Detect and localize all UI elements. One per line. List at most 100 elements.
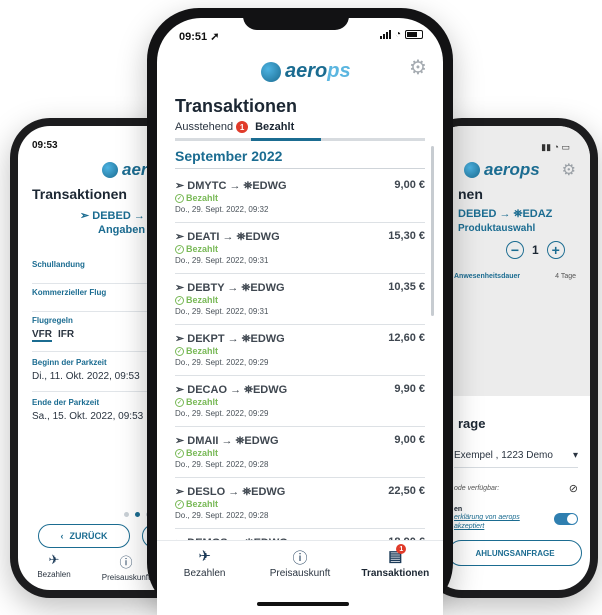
right-page-title: nen (458, 186, 483, 202)
minus-button[interactable]: − (506, 241, 524, 259)
logo-text-aero: aero (285, 60, 328, 82)
transaction-row[interactable]: ➢ DEKPT → ⛯EDWG 12,60 € ✓ Bezahlt Do., 29. S… (175, 325, 425, 376)
route-arrow-icon: ➢ (175, 384, 188, 396)
destination-code: EDWG (252, 384, 288, 396)
center-screen: 09:51 ➚ ◔ aerops ⚙ Transaktionen Aussteh… (157, 18, 443, 615)
tab-price-info-label: Preisauskunft (101, 573, 151, 582)
right-subtitle: Produktauswahl (458, 223, 536, 234)
commercial-label: Kommerzieller Flug (32, 288, 107, 297)
tab-pay[interactable]: ✈ Bezahlen (160, 547, 250, 600)
transaction-row[interactable]: ➢ DEBTY → ⛯EDWG 10,35 € ✓ Bezahlt Do., 29. S… (175, 274, 425, 325)
tab-pay[interactable]: ✈ Bezahlen (18, 552, 90, 582)
origin-callsign: DMYTC (187, 180, 227, 192)
check-circle-icon: ✓ (175, 193, 184, 203)
transactions-badge: 1 (396, 544, 407, 554)
arrow-right-icon: → (219, 231, 237, 243)
scrollbar[interactable] (431, 146, 434, 316)
right-route: DEBED → ⛯EDAZ (458, 208, 552, 221)
status-label: Bezahlt (186, 295, 219, 305)
transaction-row[interactable]: ➢ DMYTC → ⛯EDWG 9,00 € ✓ Bezahlt Do., 29. Se… (175, 172, 425, 223)
destination-code: EDWG (244, 435, 279, 447)
pay-icon: ✈ (48, 552, 60, 567)
arrow-right-icon: → (225, 486, 243, 498)
transaction-row[interactable]: ➢ DESLO → ⛯EDWG 22,50 € ✓ Bezahlt Do., 29. S… (175, 478, 425, 529)
tab-transactions-label: Transaktionen (361, 568, 430, 579)
right-route-dest: EDAZ (522, 208, 553, 220)
quantity-value: 1 (532, 243, 539, 257)
origin-callsign: DEATI (187, 231, 220, 243)
transaction-route: ➢ DEATI → ⛯EDWG (175, 230, 280, 244)
tab-transactions[interactable]: ▤ 1 Transaktionen (350, 544, 440, 600)
back-button[interactable]: ‹ ZURÜCK (38, 524, 130, 548)
destination-code: EDWG (245, 231, 280, 243)
rule-option-vfr[interactable]: VFR (32, 329, 52, 342)
flight-rules-label: Flugregeln (32, 316, 73, 325)
status-icons: ◔ (379, 29, 423, 40)
payment-request-button[interactable]: AHLUNGSANFRAGE (448, 540, 582, 566)
route-arrow-icon: ➢ (175, 435, 188, 447)
company-select[interactable]: Exempel , 1223 Demo ▾ (454, 450, 578, 468)
gear-icon[interactable]: ⚙ (409, 58, 429, 78)
transaction-row[interactable]: ➢ DMAII → ⛯EDWG 9,00 € ✓ Bezahlt Do., 29. Se… (175, 427, 425, 478)
transaction-list: ➢ DMYTC → ⛯EDWG 9,00 € ✓ Bezahlt Do., 29. Se… (175, 172, 425, 580)
route-arrow-icon: ➢ (175, 180, 188, 192)
aerops-logo: aerops (261, 60, 351, 83)
status-label: Bezahlt (186, 499, 219, 509)
transaction-tabs: Ausstehend 1 Bezahlt (175, 121, 294, 133)
page-dot (124, 512, 129, 517)
right-screen: ▮▮ ◔ ▭ aerops ⚙ nen DEBED → ⛯EDAZ Produk… (430, 126, 590, 590)
status-label: Bezahlt (186, 397, 219, 407)
company-select-value: Exempel , 1223 Demo (454, 450, 553, 461)
check-circle-icon[interactable]: ⊘ (569, 482, 578, 495)
rule-option-ifr[interactable]: IFR (58, 329, 74, 342)
page-title: Transaktionen (175, 96, 298, 116)
tab-paid[interactable]: Bezahlt (255, 121, 294, 133)
terms-toggle[interactable] (554, 512, 578, 525)
landing-label: Schullandung (32, 260, 85, 269)
gear-icon[interactable]: ⚙ (562, 160, 576, 180)
route-arrow-icon: ➢ (175, 486, 188, 498)
transaction-status: ✓Bezahlt (175, 448, 218, 458)
end-time-label: Ende der Parkzeit (32, 398, 100, 407)
phone-notch (243, 8, 349, 30)
transaction-date: Do., 29. Sept. 2022, 09:28 (175, 511, 269, 520)
left-page-title: Transaktionen (32, 186, 127, 202)
transaction-amount: 10,35 € (388, 281, 425, 293)
route-arrow-icon: ➢ (175, 282, 188, 294)
arrow-right-icon: → (224, 282, 242, 294)
month-divider (175, 168, 425, 169)
bottom-tab-bar: ✈ Bezahlen ⓘ Preisauskunft ▤ 1 Transaktio… (157, 540, 443, 600)
transaction-row[interactable]: ➢ DECAO → ⛯EDWG 9,90 € ✓ Bezahlt Do., 29. Se… (175, 376, 425, 427)
tab-pending[interactable]: Ausstehend 1 (175, 121, 249, 133)
transaction-date: Do., 29. Sept. 2022, 09:29 (175, 358, 269, 367)
transaction-route: ➢ DMAII → ⛯EDWG (175, 434, 279, 448)
transaction-amount: 15,30 € (388, 230, 425, 242)
terms-link[interactable]: erklärung von aerops akzeptiert (454, 513, 550, 531)
transaction-status: ✓Bezahlt (175, 295, 218, 305)
route-arrow-icon: ➢ (175, 333, 188, 345)
promo-code-row: ode verfügbar: ⊘ (454, 482, 578, 495)
origin-callsign: DECAO (187, 384, 228, 396)
status-time-text: 09:51 (179, 31, 208, 43)
payment-request-label: AHLUNGSANFRAGE (475, 548, 555, 558)
status-label: Bezahlt (186, 448, 219, 458)
transaction-row[interactable]: ➢ DEATI → ⛯EDWG 15,30 € ✓ Bezahlt Do., 29. S… (175, 223, 425, 274)
plus-button[interactable]: + (546, 241, 565, 259)
logo-mark-icon (464, 162, 480, 178)
transaction-date: Do., 29. Sept. 2022, 09:32 (175, 205, 269, 214)
tab-price-info[interactable]: ⓘ Preisauskunft (255, 547, 345, 600)
battery-icon (405, 30, 423, 39)
airfield-icon: ⛯ (241, 282, 251, 294)
transaction-date: Do., 29. Sept. 2022, 09:31 (175, 307, 269, 316)
destination-code: EDWG (252, 180, 287, 192)
document-icon: ▤ 1 (350, 544, 440, 565)
payment-section-title: rage (458, 416, 486, 431)
origin-callsign: DMAII (187, 435, 219, 447)
transaction-route: ➢ DECAO → ⛯EDWG (175, 383, 287, 397)
promo-code-label: ode verfügbar: (454, 485, 500, 492)
pending-count-badge: 1 (236, 121, 249, 133)
transaction-status: ✓Bezahlt (175, 397, 218, 407)
left-route: ➢ DEBED → ⛯ (80, 209, 157, 223)
status-label: Bezahlt (186, 193, 219, 203)
arrow-right-icon: → (224, 333, 242, 345)
